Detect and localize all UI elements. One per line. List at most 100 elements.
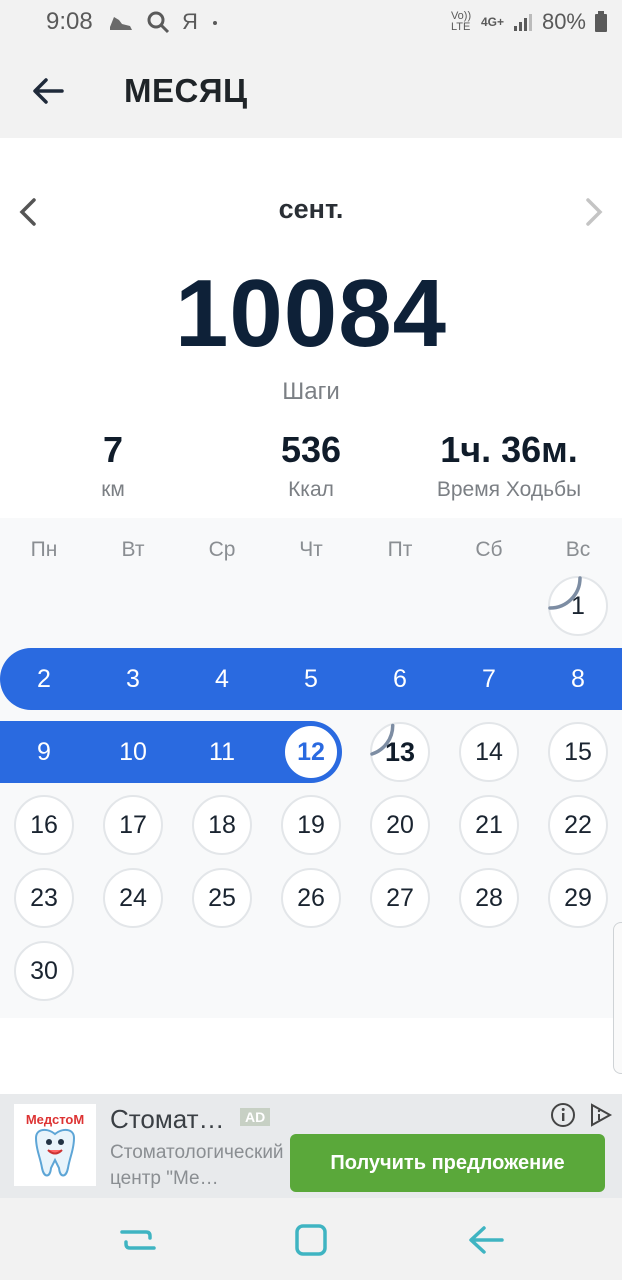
day-number: 19 <box>297 810 325 839</box>
ad-title: Стомат… <box>110 1104 225 1134</box>
tooth-mascot-icon: МедстоМ <box>26 1112 84 1177</box>
day-number: 17 <box>119 810 147 839</box>
ad-badge: AD <box>240 1108 271 1126</box>
ad-cta-button[interactable]: Получить предложение <box>290 1134 605 1192</box>
day-number: 24 <box>119 883 147 912</box>
yandex-icon: Я <box>182 9 198 34</box>
ad-logo: МедстоМ <box>14 1104 96 1186</box>
walk-time-value: 1ч. 36м. <box>440 429 578 470</box>
calendar-day-8[interactable]: 8 <box>548 649 608 709</box>
calendar-day-13[interactable]: 13 <box>370 722 430 782</box>
arrow-left-icon <box>33 78 64 104</box>
calendar-day-24[interactable]: 24 <box>103 868 163 928</box>
day-number: 18 <box>208 810 236 839</box>
calendar-day-1[interactable]: 1 <box>548 576 608 636</box>
day-number: 28 <box>475 883 503 912</box>
calendar-day-6[interactable]: 6 <box>370 649 430 709</box>
status-right-icons: Vo)) LTE 4G+ 80% <box>451 8 608 36</box>
calendar-day-5[interactable]: 5 <box>281 649 341 709</box>
home-icon <box>295 1224 327 1256</box>
day-number: 12 <box>297 737 325 766</box>
recent-apps-button[interactable] <box>116 1218 160 1262</box>
scroll-handle[interactable] <box>613 922 622 1074</box>
weekday-label: Пн <box>30 538 58 561</box>
steps-total: 10084 <box>175 260 447 367</box>
month-calendar: Пн Вт Ср Чт Пт Сб Вс 1 2 3 4 5 6 7 8 9 10 11 12 13 14 15 16 17 1… <box>0 518 622 1018</box>
calories-value: 536 <box>280 429 342 470</box>
day-number: 20 <box>386 810 414 839</box>
day-number: 26 <box>297 883 325 912</box>
day-number: 7 <box>482 664 496 693</box>
day-number: 9 <box>37 737 51 766</box>
info-icon <box>551 1103 575 1127</box>
calendar-day-18[interactable]: 18 <box>192 795 252 855</box>
volte-label: Vo)) LTE <box>450 10 472 33</box>
status-time: 9:08 <box>46 8 93 35</box>
calendar-day-2[interactable]: 2 <box>14 649 74 709</box>
status-left-icons: Я <box>108 8 220 36</box>
home-button[interactable] <box>289 1218 333 1262</box>
calendar-day-3[interactable]: 3 <box>103 649 163 709</box>
calendar-day-26[interactable]: 26 <box>281 868 341 928</box>
calendar-day-23[interactable]: 23 <box>14 868 74 928</box>
calendar-day-29[interactable]: 29 <box>548 868 608 928</box>
day-number: 6 <box>393 664 407 693</box>
app-bar: МЕСЯЦ <box>0 44 622 138</box>
calendar-day-10[interactable]: 10 <box>103 722 163 782</box>
day-number: 15 <box>564 737 592 766</box>
distance-stat: 7 км <box>48 428 178 502</box>
calendar-day-17[interactable]: 17 <box>103 795 163 855</box>
calendar-day-16[interactable]: 16 <box>14 795 74 855</box>
day-number: 30 <box>30 956 58 985</box>
calendar-day-19[interactable]: 19 <box>281 795 341 855</box>
month-navigator: сент. <box>0 180 622 244</box>
ad-choices-button[interactable] <box>588 1102 616 1128</box>
day-number: 11 <box>209 737 235 766</box>
calendar-day-25[interactable]: 25 <box>192 868 252 928</box>
day-number: 27 <box>386 883 414 912</box>
back-icon <box>469 1226 504 1254</box>
calendar-day-11[interactable]: 11 <box>192 722 252 782</box>
calendar-day-30[interactable]: 30 <box>14 941 74 1001</box>
day-number: 16 <box>30 810 58 839</box>
calendar-day-20[interactable]: 20 <box>370 795 430 855</box>
page-title: МЕСЯЦ <box>124 72 248 109</box>
ad-banner[interactable]: МедстоМ Стомат… AD Стоматологический цен… <box>0 1094 622 1198</box>
day-number: 10 <box>119 737 147 766</box>
day-number: 14 <box>475 737 503 766</box>
battery-icon <box>595 11 607 32</box>
day-number: 29 <box>564 883 592 912</box>
calendar-day-27[interactable]: 27 <box>370 868 430 928</box>
calendar-day-7[interactable]: 7 <box>459 649 519 709</box>
calendar-day-22[interactable]: 22 <box>548 795 608 855</box>
calories-stat: 536 Ккал <box>246 428 376 502</box>
calories-unit: Ккал <box>288 478 334 501</box>
calendar-day-28[interactable]: 28 <box>459 868 519 928</box>
calendar-day-12[interactable]: 12 <box>281 722 341 782</box>
steps-label: Шаги <box>282 378 340 405</box>
back-button[interactable] <box>24 66 74 116</box>
month-label: сент. <box>278 194 344 224</box>
calendar-day-9[interactable]: 9 <box>14 722 74 782</box>
day-progress-arc <box>370 723 395 756</box>
system-back-button[interactable] <box>462 1218 506 1262</box>
chevron-right-icon <box>586 198 603 226</box>
day-number: 3 <box>126 664 140 693</box>
calendar-day-14[interactable]: 14 <box>459 722 519 782</box>
day-number: 4 <box>215 664 229 693</box>
battery-percent: 80% <box>541 9 586 34</box>
day-number: 2 <box>37 664 51 693</box>
dot-icon <box>212 21 217 25</box>
weekday-label: Пт <box>387 538 413 561</box>
calendar-day-15[interactable]: 15 <box>548 722 608 782</box>
day-number: 23 <box>30 883 58 912</box>
next-month-button[interactable] <box>576 192 612 232</box>
calendar-day-21[interactable]: 21 <box>459 795 519 855</box>
ad-info-button[interactable] <box>550 1102 576 1128</box>
walk-time-stat: 1ч. 36м. Время Ходьбы <box>404 428 614 502</box>
calendar-day-4[interactable]: 4 <box>192 649 252 709</box>
distance-unit: км <box>101 478 125 501</box>
weekday-label: Сб <box>475 538 503 561</box>
stats-row: 7 км 536 Ккал 1ч. 36м. Время Ходьбы <box>0 428 622 508</box>
system-nav-bar <box>0 1198 622 1280</box>
